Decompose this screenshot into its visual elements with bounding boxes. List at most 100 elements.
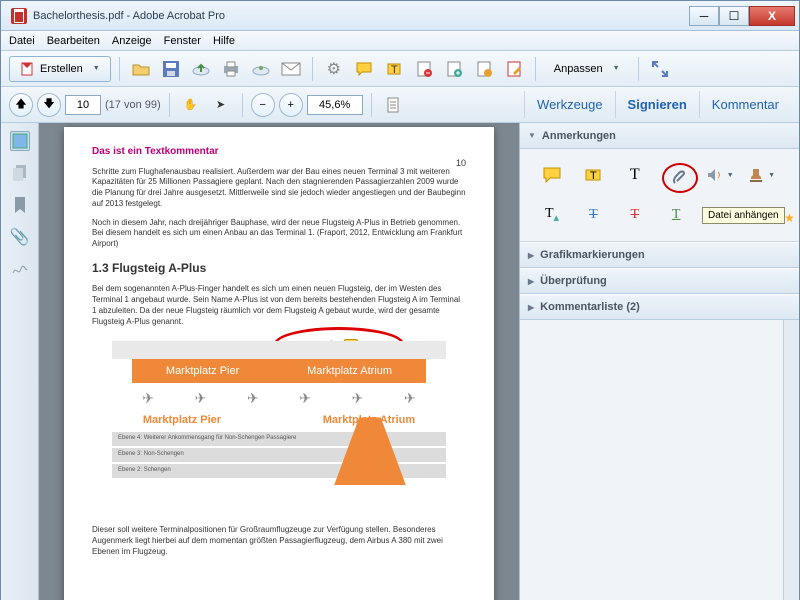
- expand-icon: [652, 61, 668, 77]
- delete-page-button[interactable]: [411, 56, 437, 82]
- settings-button[interactable]: ⚙: [321, 56, 347, 82]
- share-button[interactable]: [248, 56, 274, 82]
- highlight-icon: T: [386, 62, 402, 76]
- page-delete-icon: [417, 61, 431, 77]
- tab-sign[interactable]: Signieren: [615, 91, 699, 118]
- underline-tool[interactable]: T: [662, 203, 690, 227]
- window-title: Bachelorthesis.pdf - Adobe Acrobat Pro: [33, 10, 689, 22]
- print-button[interactable]: [218, 56, 244, 82]
- page-add-icon: [447, 61, 461, 77]
- section-label: Grafikmarkierungen: [540, 249, 645, 261]
- separator: [119, 57, 120, 81]
- text-icon: T: [630, 166, 640, 184]
- window-controls: ─ ☐ X: [689, 6, 795, 26]
- customize-label: Anpassen: [554, 63, 603, 75]
- pages-button[interactable]: [10, 163, 30, 183]
- stamp-tool[interactable]: [748, 163, 776, 187]
- graphic-markings-section[interactable]: Grafikmarkierungen: [520, 242, 799, 268]
- open-button[interactable]: [128, 56, 154, 82]
- cloud-button[interactable]: [188, 56, 214, 82]
- maximize-button[interactable]: ☐: [719, 6, 749, 26]
- tab-tools[interactable]: Werkzeuge: [524, 91, 615, 118]
- annotations-header[interactable]: Anmerkungen: [520, 123, 799, 149]
- floor-4: Ebene 4: Weiterer Ankommensgang für Non-…: [112, 432, 446, 446]
- attachments-button[interactable]: 📎: [10, 227, 30, 247]
- email-button[interactable]: [278, 56, 304, 82]
- favorite-star-icon[interactable]: ★: [784, 211, 795, 225]
- highlight-button[interactable]: T: [381, 56, 407, 82]
- page-edit-icon: [507, 61, 521, 77]
- text-tool[interactable]: T: [621, 163, 649, 187]
- separator: [371, 93, 372, 117]
- scroll-icon: [386, 97, 400, 113]
- menu-help[interactable]: Hilfe: [213, 35, 235, 47]
- audio-icon: [707, 168, 723, 182]
- tab-comment[interactable]: Kommentar: [699, 91, 791, 118]
- fullscreen-button[interactable]: [647, 56, 673, 82]
- close-button[interactable]: X: [749, 6, 795, 26]
- bookmark-icon: [14, 197, 26, 213]
- create-label: Erstellen: [40, 63, 83, 75]
- underline-icon: T: [672, 207, 681, 223]
- page-number-input[interactable]: [65, 95, 101, 115]
- text-comment: Das ist ein Textkommentar: [92, 145, 466, 159]
- menu-edit[interactable]: Bearbeiten: [47, 35, 100, 47]
- scrollbar[interactable]: [783, 320, 799, 600]
- page-number: 10: [456, 157, 466, 169]
- edit-pdf-button[interactable]: [501, 56, 527, 82]
- menu-view[interactable]: Anzeige: [112, 35, 152, 47]
- comment-list-section[interactable]: Kommentarliste (2): [520, 294, 799, 320]
- next-page-button[interactable]: 🡇: [37, 93, 61, 117]
- attach-file-tool[interactable]: [662, 163, 698, 193]
- gear-icon: ⚙: [327, 59, 341, 79]
- panel-empty: [520, 320, 799, 600]
- pages-icon: [13, 165, 27, 181]
- scroll-mode-button[interactable]: [380, 92, 406, 118]
- bookmarks-button[interactable]: [10, 195, 30, 215]
- right-tabs: Werkzeuge Signieren Kommentar: [524, 91, 791, 118]
- review-section[interactable]: Überprüfung: [520, 268, 799, 294]
- menu-window[interactable]: Fenster: [164, 35, 201, 47]
- separator: [312, 57, 313, 81]
- primary-toolbar: Erstellen ⚙ T Anpassen: [1, 51, 799, 87]
- paragraph: Bei dem sogenannten A-Plus-Finger handel…: [92, 284, 466, 327]
- replace-text-tool[interactable]: T: [579, 203, 607, 227]
- thumbnails-button[interactable]: [10, 131, 30, 151]
- highlight-tool[interactable]: T: [579, 163, 607, 187]
- comments-panel: Anmerkungen T T T▴ T T T Datei anhängen …: [519, 123, 799, 600]
- stamp-button[interactable]: [441, 56, 467, 82]
- strikethrough-tool[interactable]: T: [621, 203, 649, 227]
- paragraph: Schritte zum Flughafenausbau realisiert.…: [92, 167, 466, 210]
- separator: [638, 57, 639, 81]
- zoom-input[interactable]: [307, 95, 363, 115]
- select-tool-button[interactable]: ➤: [208, 92, 234, 118]
- prev-page-button[interactable]: 🡅: [9, 93, 33, 117]
- stamp-icon: [748, 167, 764, 183]
- sticky-note-tool[interactable]: [538, 163, 566, 187]
- annotation-tools: T T T▴ T T T Datei anhängen ★: [520, 149, 799, 242]
- comment-bubble-button[interactable]: [351, 56, 377, 82]
- create-button[interactable]: Erstellen: [9, 56, 111, 82]
- hand-icon: ✋: [184, 98, 198, 111]
- section-label: Überprüfung: [540, 275, 607, 287]
- diag-label: Marktplatz Pier: [166, 364, 239, 379]
- audio-tool[interactable]: [706, 163, 734, 187]
- note-icon: [543, 167, 561, 183]
- titlebar: Bachelorthesis.pdf - Adobe Acrobat Pro ─…: [1, 1, 799, 31]
- menu-file[interactable]: Datei: [9, 35, 35, 47]
- page-tools-button[interactable]: [471, 56, 497, 82]
- save-button[interactable]: [158, 56, 184, 82]
- hand-tool-button[interactable]: ✋: [178, 92, 204, 118]
- customize-button[interactable]: Anpassen: [544, 56, 630, 82]
- document-viewport[interactable]: Das ist ein Textkommentar 10 Schritte zu…: [39, 123, 519, 600]
- diag-label: Marktplatz Atrium: [307, 364, 392, 379]
- separator: [169, 93, 170, 117]
- zoom-out-button[interactable]: −: [251, 93, 275, 117]
- insert-text-tool[interactable]: T▴: [538, 203, 566, 227]
- left-nav-rail: 📎: [1, 123, 39, 600]
- minimize-button[interactable]: ─: [689, 6, 719, 26]
- strikethrough-icon: T: [631, 207, 640, 223]
- zoom-in-button[interactable]: +: [279, 93, 303, 117]
- signatures-button[interactable]: [10, 259, 30, 279]
- folder-icon: [132, 62, 150, 76]
